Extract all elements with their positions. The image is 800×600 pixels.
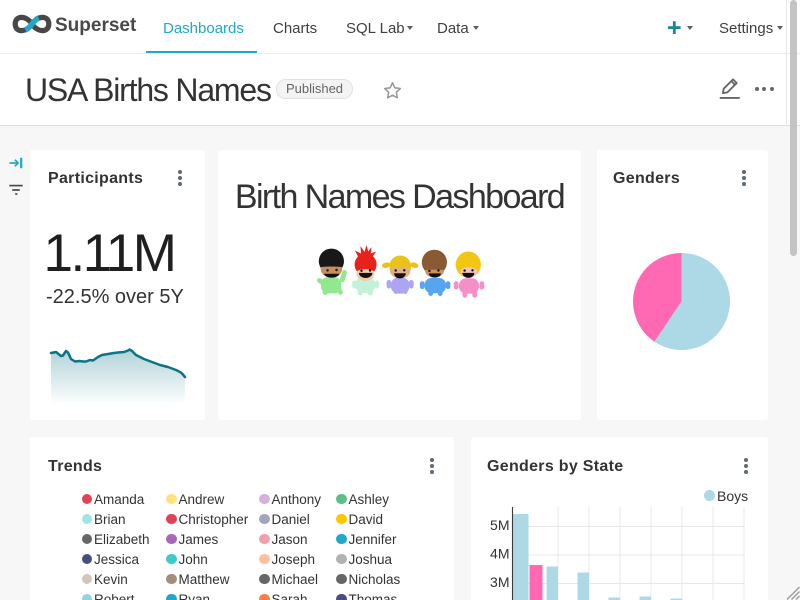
svg-text:4M: 4M (490, 546, 509, 562)
svg-text:5M: 5M (490, 517, 509, 533)
svg-text:3M: 3M (490, 574, 509, 590)
